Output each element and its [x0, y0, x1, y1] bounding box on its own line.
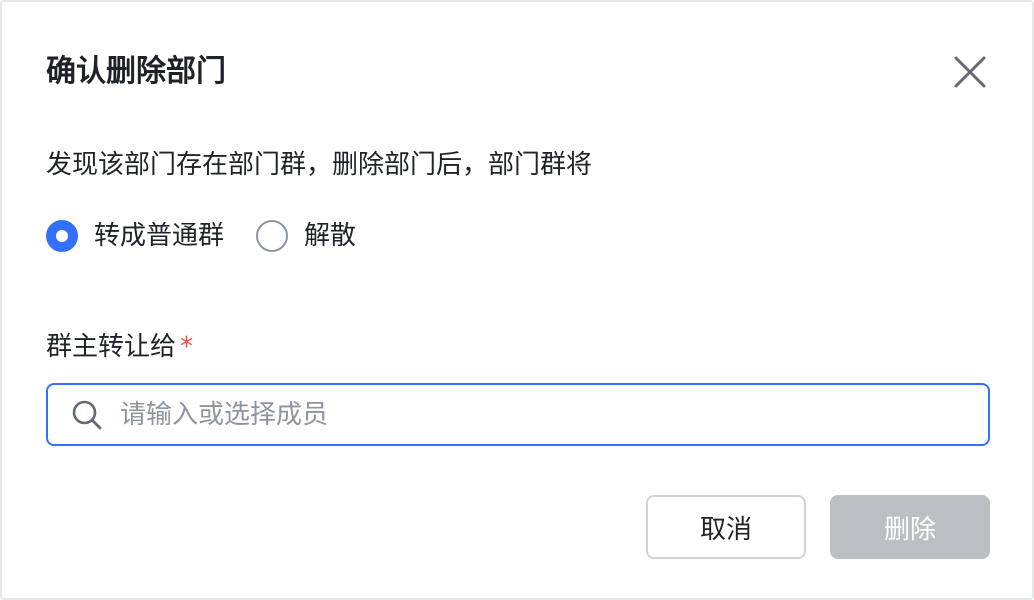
confirm-delete-department-dialog: 确认删除部门 发现该部门存在部门群，删除部门后，部门群将 转成普通群 解散 群主… [0, 0, 1034, 600]
delete-button[interactable]: 删除 [830, 495, 990, 559]
dialog-title: 确认删除部门 [46, 54, 226, 89]
close-icon [954, 56, 986, 88]
member-search-input[interactable] [120, 385, 988, 444]
required-mark: * [180, 332, 194, 362]
radio-unchecked-icon [256, 220, 289, 252]
cancel-button[interactable]: 取消 [646, 495, 806, 559]
member-search-field[interactable] [46, 383, 990, 446]
search-icon [70, 398, 104, 432]
radio-checked-icon [46, 220, 78, 252]
radio-label: 转成普通群 [94, 221, 225, 251]
radio-dissolve[interactable]: 解散 [256, 217, 356, 255]
transfer-owner-label-text: 群主转让给 [46, 332, 177, 362]
radio-label: 解散 [304, 221, 357, 251]
transfer-owner-label: 群主转让给 * [46, 328, 193, 366]
close-button[interactable] [950, 52, 990, 92]
radio-convert-to-normal-group[interactable]: 转成普通群 [46, 217, 224, 255]
group-action-radio-group: 转成普通群 解散 [46, 216, 388, 256]
dialog-description: 发现该部门存在部门群，删除部门后，部门群将 [46, 150, 593, 180]
